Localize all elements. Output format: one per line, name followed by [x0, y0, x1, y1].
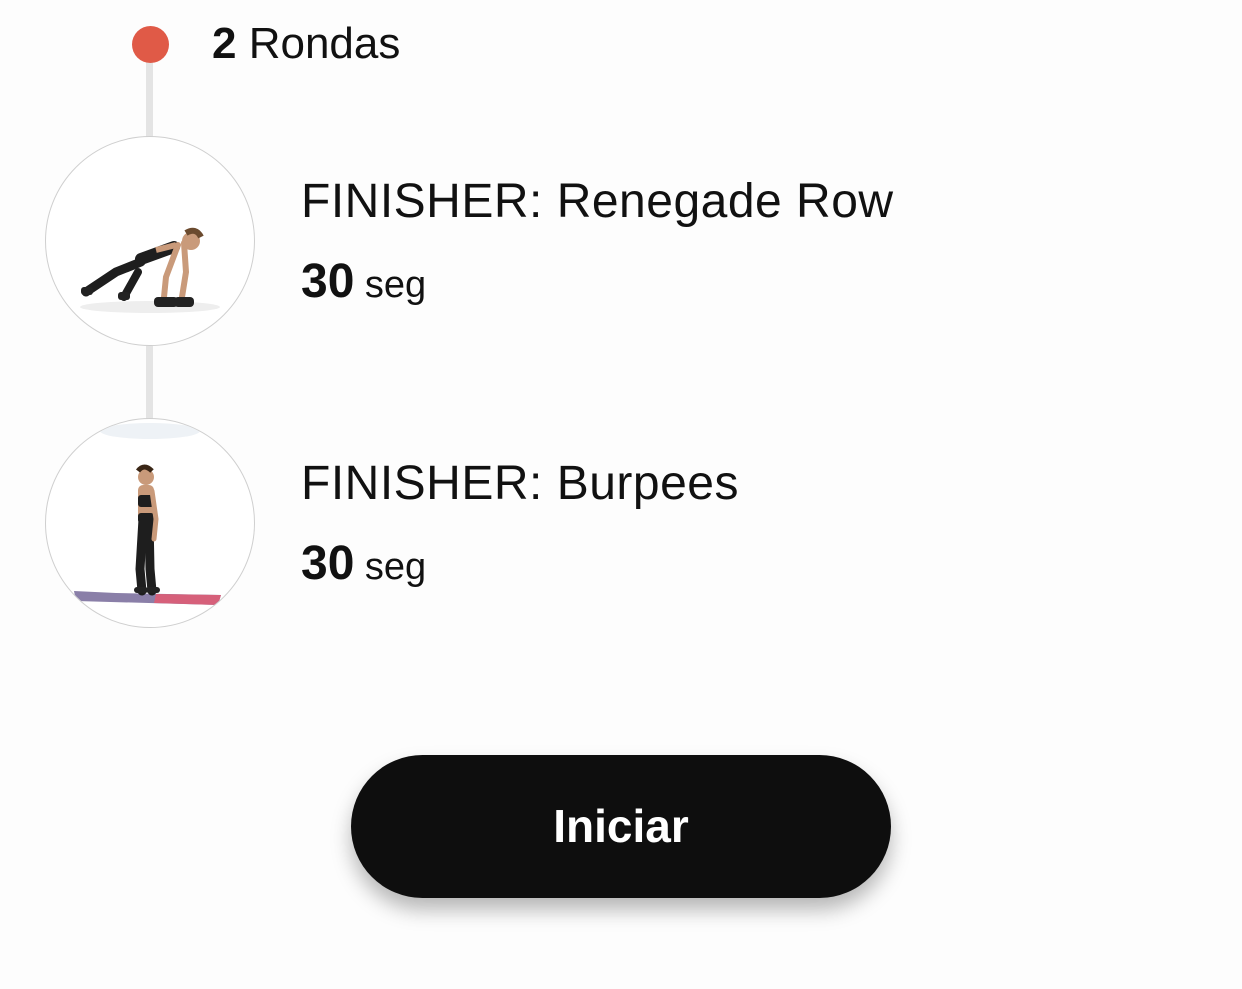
exercise-duration: 30 seg	[301, 534, 426, 605]
timeline-connector	[146, 60, 153, 138]
duration-unit: seg	[364, 264, 427, 306]
exercise-item[interactable]: FINISHER: Burpees 30 seg	[45, 418, 1045, 630]
renegade-row-figure-icon	[80, 227, 220, 313]
duration-unit: seg	[364, 546, 427, 588]
standing-figure-icon	[74, 423, 221, 605]
duration-value: 30	[301, 255, 355, 308]
exercise-thumbnail	[45, 136, 255, 346]
exercise-duration: 30 seg	[301, 252, 426, 323]
exercise-title: FINISHER: Renegade Row	[301, 175, 894, 228]
round-count-label: 2 Rondas	[212, 16, 400, 72]
exercise-item[interactable]: FINISHER: Renegade Row 30 seg	[45, 136, 1045, 348]
round-indicator-dot	[132, 26, 169, 63]
start-button[interactable]: Iniciar	[351, 755, 891, 898]
exercise-title: FINISHER: Burpees	[301, 457, 739, 510]
exercise-thumbnail	[45, 418, 255, 628]
duration-value: 30	[301, 537, 355, 590]
workout-timeline-screen: 2 Rondas FINISHER: Renegade Row 30 seg F…	[0, 0, 1242, 989]
timeline-connector	[146, 346, 153, 420]
round-unit: Rondas	[248, 19, 401, 68]
round-count: 2	[212, 19, 237, 68]
